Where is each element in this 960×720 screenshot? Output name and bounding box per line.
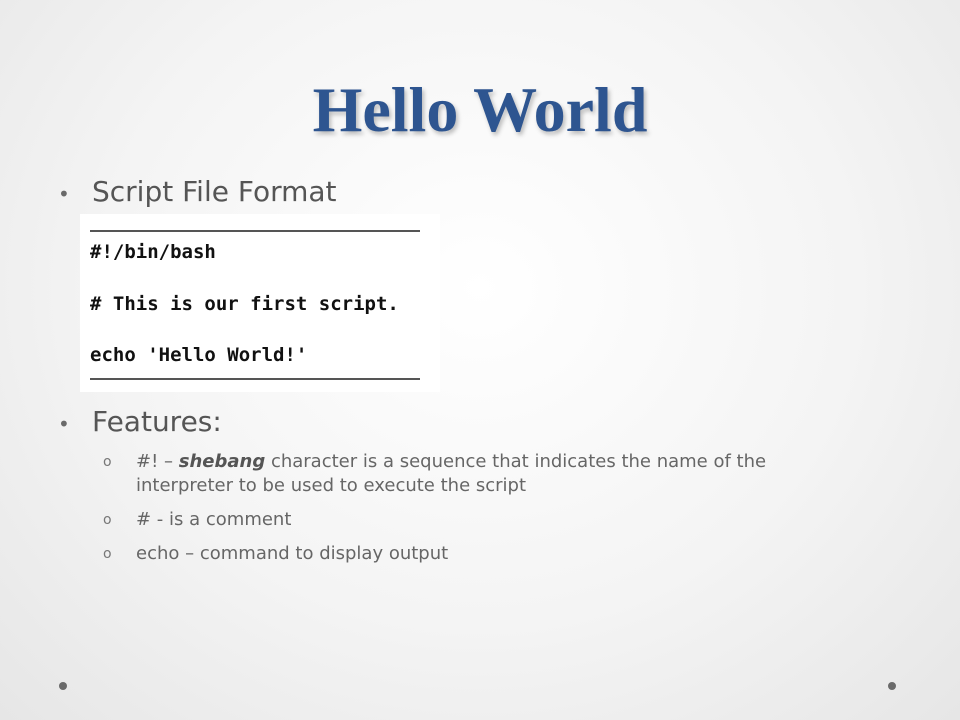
list-item: o #! – shebang character is a sequence t… bbox=[103, 450, 863, 498]
slide: Hello World • Script File Format #!/bin/… bbox=[0, 0, 960, 720]
code-top-rule bbox=[90, 230, 420, 232]
sub-bullet-marker: o bbox=[103, 512, 112, 528]
bullet-marker: • bbox=[58, 412, 70, 436]
list-item: o # - is a comment bbox=[103, 508, 863, 532]
bullet-script-file-format: • Script File Format bbox=[58, 175, 337, 208]
decorative-dot-right bbox=[888, 682, 896, 690]
bullet-features: • Features: bbox=[58, 405, 222, 438]
features-list: o #! – shebang character is a sequence t… bbox=[103, 450, 863, 576]
code-line-shebang: #!/bin/bash bbox=[90, 241, 216, 263]
bullet-text: Script File Format bbox=[92, 175, 337, 208]
decorative-dot-left bbox=[59, 682, 67, 690]
sub-bullet-marker: o bbox=[103, 454, 112, 470]
code-line-echo: echo 'Hello World!' bbox=[90, 344, 308, 366]
code-snippet-image: #!/bin/bash # This is our first script. … bbox=[80, 214, 440, 392]
bullet-marker: • bbox=[58, 182, 70, 206]
feature-prefix: #! – bbox=[136, 451, 179, 472]
feature-shebang-text: #! – shebang character is a sequence tha… bbox=[136, 450, 863, 498]
feature-emphasis: shebang bbox=[178, 451, 266, 472]
feature-echo-text: echo – command to display output bbox=[136, 543, 449, 564]
code-line-comment: # This is our first script. bbox=[90, 293, 399, 315]
sub-bullet-marker: o bbox=[103, 546, 112, 562]
list-item: o echo – command to display output bbox=[103, 542, 863, 566]
bullet-text: Features: bbox=[92, 405, 222, 438]
code-bottom-rule bbox=[90, 378, 420, 380]
feature-comment-text: # - is a comment bbox=[136, 509, 292, 530]
slide-title: Hello World bbox=[312, 74, 648, 145]
